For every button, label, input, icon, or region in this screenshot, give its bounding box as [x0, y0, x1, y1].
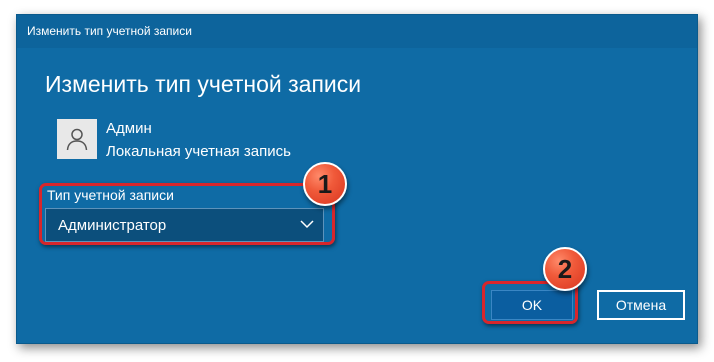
- step-badge-1: 1: [303, 162, 347, 206]
- window-title: Изменить тип учетной записи: [17, 15, 697, 48]
- user-icon: [66, 128, 88, 151]
- step-badge-2: 2: [543, 247, 587, 291]
- user-account-type: Локальная учетная запись: [106, 143, 291, 160]
- user-name: Админ: [106, 120, 152, 137]
- avatar: [57, 119, 97, 159]
- cancel-button[interactable]: Отмена: [597, 290, 685, 320]
- dialog-heading: Изменить тип учетной записи: [45, 71, 362, 97]
- account-type-highlight: [39, 183, 335, 245]
- change-account-type-dialog: Изменить тип учетной записи Изменить тип…: [16, 14, 698, 344]
